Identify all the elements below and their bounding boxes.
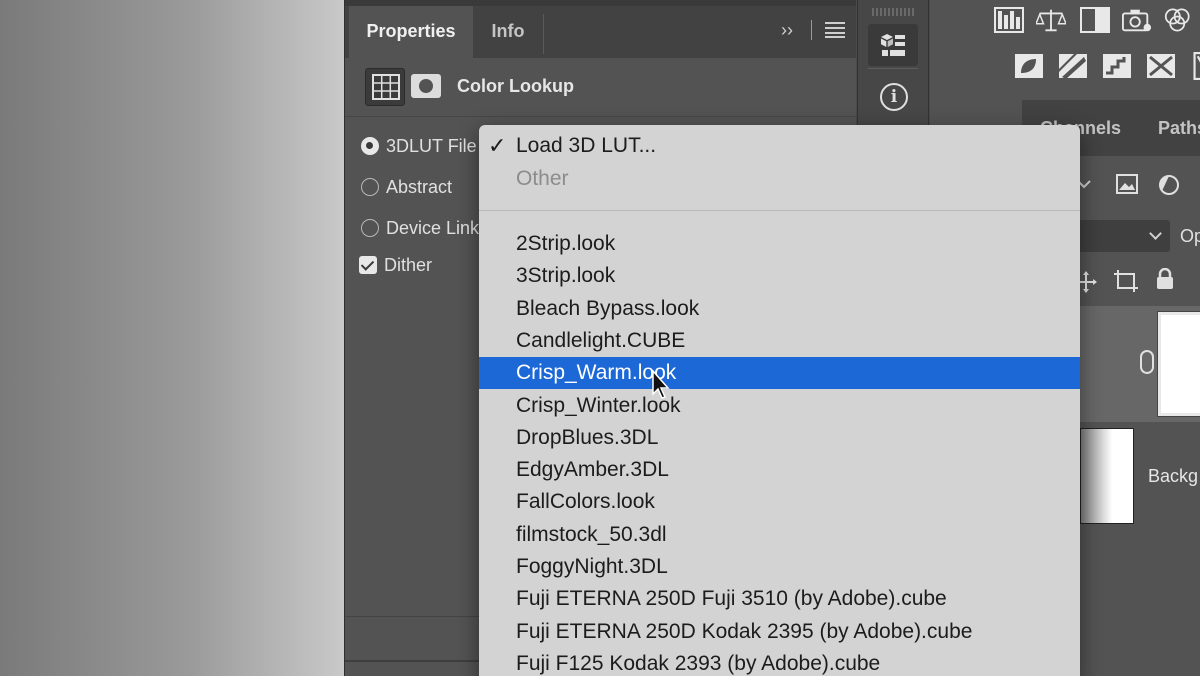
checkbox-checked-icon[interactable] xyxy=(359,256,377,274)
image-filter-icon[interactable] xyxy=(1116,174,1138,194)
panel-title: Color Lookup xyxy=(457,76,574,96)
tab-info[interactable]: Info xyxy=(473,6,543,58)
tab-properties[interactable]: Properties xyxy=(349,6,473,58)
divider xyxy=(345,116,856,117)
exposure-icon[interactable] xyxy=(1080,6,1110,34)
libraries-icon[interactable] xyxy=(868,24,918,66)
document-canvas[interactable] xyxy=(0,0,344,676)
checkbox-dither[interactable]: Dither xyxy=(359,253,432,277)
radio-3dlut-file[interactable]: 3DLUT File xyxy=(361,134,477,158)
menu-item-lut[interactable]: Bleach Bypass.look xyxy=(479,293,1080,325)
tab-divider xyxy=(543,14,544,54)
menu-item-lut[interactable]: Fuji ETERNA 250D Kodak 2395 (by Adobe).c… xyxy=(479,616,1080,648)
double-chevron-right-icon[interactable]: ›› xyxy=(781,18,803,42)
levels-icon[interactable] xyxy=(994,6,1024,34)
drag-grip-icon[interactable] xyxy=(872,8,916,16)
menu-item-lut[interactable]: EdgyAmber.3DL xyxy=(479,454,1080,486)
menu-item-lut[interactable]: Candlelight.CUBE xyxy=(479,325,1080,357)
radio-label-abstract: Abstract xyxy=(386,176,453,197)
radio-button-checked[interactable] xyxy=(361,137,379,155)
radio-label-3dlut-file: 3DLUT File xyxy=(386,135,477,156)
posterize-icon[interactable] xyxy=(1186,52,1200,80)
radio-device-link[interactable]: Device Link xyxy=(361,216,479,240)
menu-item-label: Load 3D LUT... xyxy=(516,134,657,157)
menu-item-lut[interactable]: FallColors.look xyxy=(479,486,1080,518)
color-balance-icon[interactable] xyxy=(1164,6,1194,34)
checkbox-label-dither: Dither xyxy=(384,254,433,275)
menu-item-load-3d-lut[interactable]: ✓ Load 3D LUT... xyxy=(479,130,1080,162)
menu-item-lut[interactable]: filmstock_50.3dl xyxy=(479,519,1080,551)
opacity-label: Op xyxy=(1180,226,1200,246)
menu-item-lut[interactable]: Crisp_Warm.look xyxy=(479,357,1080,390)
adjustment-grid-icon[interactable] xyxy=(365,68,405,106)
checkmark-icon: ✓ xyxy=(488,133,507,158)
chain-link-icon[interactable] xyxy=(1140,350,1154,374)
balance-icon[interactable] xyxy=(1036,6,1066,34)
selective-color-icon[interactable] xyxy=(1146,52,1176,80)
radio-button[interactable] xyxy=(361,178,379,196)
menu-item-lut[interactable]: DropBlues.3DL xyxy=(479,422,1080,454)
menu-item-lut[interactable]: Fuji ETERNA 250D Fuji 3510 (by Adobe).cu… xyxy=(479,583,1080,615)
artboard-icon[interactable] xyxy=(1114,270,1138,292)
invert-icon[interactable] xyxy=(1014,52,1044,80)
menu-item-lut[interactable]: 3Strip.look xyxy=(479,260,1080,292)
layer-mask-icon[interactable] xyxy=(411,74,441,98)
adjustments-panel xyxy=(930,0,1200,100)
threshold-icon[interactable] xyxy=(1102,52,1132,80)
menu-item-lut[interactable]: Fuji F125 Kodak 2393 (by Adobe).cube xyxy=(479,648,1080,676)
layer-mask-thumbnail[interactable] xyxy=(1157,311,1200,417)
layer-thumbnail xyxy=(1080,428,1134,524)
mouse-pointer-icon xyxy=(652,370,670,399)
menu-item-lut[interactable]: Crisp_Winter.look xyxy=(479,390,1080,422)
adjustment-filter-icon[interactable] xyxy=(1158,174,1180,196)
menu-separator xyxy=(479,210,1080,211)
blend-mode-dropdown[interactable] xyxy=(1072,220,1170,252)
gradient-map-icon[interactable] xyxy=(1058,52,1088,80)
radio-abstract[interactable]: Abstract xyxy=(361,175,452,199)
menu-item-lut[interactable]: FoggyNight.3DL xyxy=(479,551,1080,583)
radio-label-device-link: Device Link xyxy=(386,217,480,238)
layer-name: Backg xyxy=(1148,466,1199,486)
tab-bar-divider xyxy=(811,20,812,40)
lock-icon[interactable] xyxy=(1156,268,1174,290)
menu-item-other: Other xyxy=(516,167,569,190)
hamburger-menu-icon[interactable] xyxy=(825,22,845,38)
divider xyxy=(868,68,918,69)
tab-paths[interactable]: Paths xyxy=(1158,118,1200,139)
info-icon[interactable]: i xyxy=(880,83,908,111)
radio-button[interactable] xyxy=(361,219,379,237)
menu-item-lut[interactable]: 2Strip.look xyxy=(479,228,1080,260)
lut-file-dropdown-menu: ✓ Load 3D LUT... Other 2Strip.look 3Strip… xyxy=(479,125,1080,676)
camera-icon[interactable] xyxy=(1122,6,1152,34)
